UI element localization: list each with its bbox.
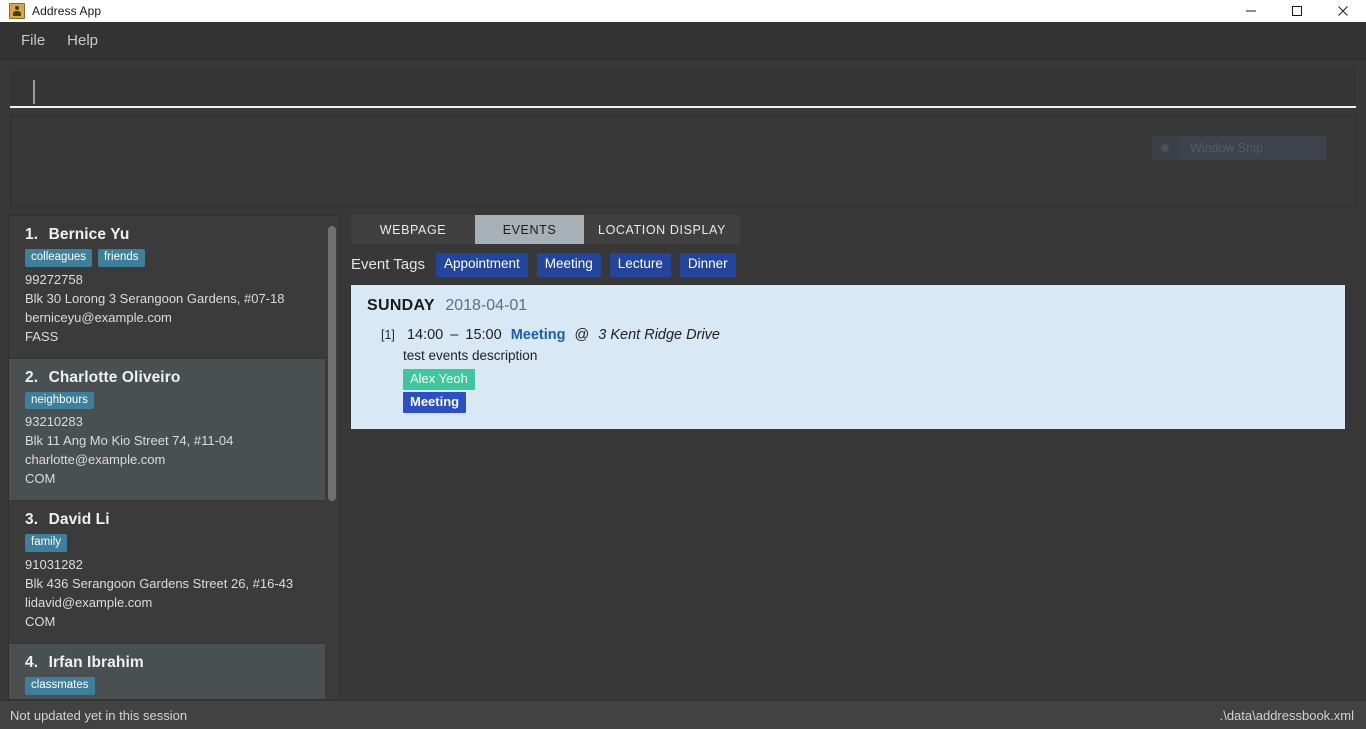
contact-list-scroll-thumb[interactable] xyxy=(328,225,336,501)
status-sync-message: Not updated yet in this session xyxy=(10,707,188,723)
menu-item-file[interactable]: File xyxy=(10,27,56,54)
minimize-button[interactable] xyxy=(1228,0,1274,22)
event-description: test events description xyxy=(403,347,538,363)
contact-list-scrollbar[interactable] xyxy=(325,216,339,699)
maximize-button[interactable] xyxy=(1274,0,1320,22)
contact-faculty: COM xyxy=(25,471,56,487)
window-snip-label: Window Snip xyxy=(1190,141,1263,155)
window-snip-button[interactable]: Window Snip xyxy=(1152,136,1326,160)
contact-address: Blk 436 Serangoon Gardens Street 26, #16… xyxy=(25,575,294,591)
record-dot-icon xyxy=(1152,136,1178,160)
event-summary-line: [1] 14:00 – 15:00 Meeting @ 3 Kent Ridge… xyxy=(381,325,1329,345)
event-category-chip[interactable]: Meeting xyxy=(403,392,467,414)
event-type: Meeting xyxy=(510,326,566,343)
event-time-dash: – xyxy=(450,326,459,343)
tab-location-display[interactable]: LOCATION DISPLAY xyxy=(584,215,740,244)
contact-email: charlotte@example.com xyxy=(25,452,166,468)
menu-bar: File Help xyxy=(0,22,1366,60)
event-start-time: 14:00 xyxy=(406,326,444,343)
tab-events[interactable]: EVENTS xyxy=(475,215,584,244)
minimize-icon xyxy=(1246,10,1256,12)
event-day-name: SUNDAY xyxy=(367,296,435,314)
main-content-split: 1. Bernice Yu colleagues friends 9927275… xyxy=(0,207,1366,700)
contact-index: 4. xyxy=(25,653,39,671)
contact-name-row: 1. Bernice Yu xyxy=(25,226,311,244)
contact-tag[interactable]: friends xyxy=(97,249,145,267)
contact-tag[interactable]: family xyxy=(25,534,68,552)
event-tag-lecture-button[interactable]: Lecture xyxy=(609,253,671,277)
contact-tag[interactable]: neighbours xyxy=(25,391,94,410)
event-date: 2018-04-01 xyxy=(445,296,528,314)
close-button[interactable] xyxy=(1320,0,1366,22)
snip-preview-panel: Window Snip xyxy=(10,115,1356,207)
contact-card-2[interactable]: 2. Charlotte Oliveiro neighbours 9321028… xyxy=(9,358,325,502)
event-chip-list: Alex Yeoh Meeting xyxy=(381,368,1329,414)
contact-tag-row: classmates xyxy=(25,676,311,695)
contact-card-4[interactable]: 4. Irfan Ibrahim classmates 92492021 Blk… xyxy=(9,643,325,699)
contact-name: Charlotte Oliveiro xyxy=(48,368,181,386)
event-tag-appointment-button[interactable]: Appointment xyxy=(435,253,528,277)
contact-name: Bernice Yu xyxy=(48,226,130,243)
event-day-card[interactable]: SUNDAY 2018-04-01 [1] 14:00 – 15:00 Meet… xyxy=(351,284,1345,430)
contact-faculty: FASS xyxy=(25,328,59,344)
title-bar: Address App xyxy=(0,0,1366,22)
contact-index: 1. xyxy=(25,226,39,243)
search-bar-area xyxy=(0,60,1366,108)
contact-tag[interactable]: classmates xyxy=(25,676,95,695)
event-tags-row: Event Tags Appointment Meeting Lecture D… xyxy=(351,244,1356,285)
event-tag-meeting-button[interactable]: Meeting xyxy=(536,253,601,277)
contact-index: 2. xyxy=(25,368,39,386)
contact-phone: 91031282 xyxy=(25,556,83,572)
app-person-card-icon xyxy=(9,3,25,19)
contact-email: berniceyu@example.com xyxy=(25,309,172,325)
contact-list-panel: 1. Bernice Yu colleagues friends 9927275… xyxy=(8,215,340,700)
contact-card-3[interactable]: 3. David Li family 91031282 Blk 436 Sera… xyxy=(9,501,325,644)
event-tag-dinner-button[interactable]: Dinner xyxy=(679,253,736,277)
contact-list[interactable]: 1. Bernice Yu colleagues friends 9927275… xyxy=(9,216,325,699)
contact-index: 3. xyxy=(25,511,39,529)
contact-name-row: 2. Charlotte Oliveiro xyxy=(25,369,311,387)
tab-webpage[interactable]: WEBPAGE xyxy=(351,215,475,244)
contact-name: David Li xyxy=(48,511,110,529)
contact-email: lidavid@example.com xyxy=(25,594,153,610)
search-box[interactable] xyxy=(10,66,1356,108)
contact-name-row: 4. Irfan Ibrahim xyxy=(25,654,311,672)
maximize-icon xyxy=(1292,6,1302,16)
status-bar: Not updated yet in this session .\data\a… xyxy=(0,700,1366,729)
search-text-caret xyxy=(33,80,35,104)
event-at-symbol: @ xyxy=(574,326,590,343)
search-input[interactable] xyxy=(10,66,1356,106)
contact-name: Irfan Ibrahim xyxy=(48,653,144,671)
contact-faculty: COM xyxy=(25,613,56,629)
contact-phone: 99272758 xyxy=(25,271,83,287)
menu-item-help[interactable]: Help xyxy=(56,27,109,54)
contact-address: Blk 30 Lorong 3 Serangoon Gardens, #07-1… xyxy=(25,290,285,306)
events-area: SUNDAY 2018-04-01 [1] 14:00 – 15:00 Meet… xyxy=(351,284,1356,700)
contact-tag-row: family xyxy=(25,534,311,552)
status-file-path: .\data\addressbook.xml xyxy=(1219,707,1354,723)
window-controls xyxy=(1228,0,1366,22)
detail-panel: WEBPAGE EVENTS LOCATION DISPLAY Event Ta… xyxy=(340,215,1356,700)
event-person-chip[interactable]: Alex Yeoh xyxy=(403,368,475,391)
event-day-header: SUNDAY 2018-04-01 xyxy=(367,297,1329,315)
tab-bar: WEBPAGE EVENTS LOCATION DISPLAY xyxy=(351,215,740,244)
event-index: [1] xyxy=(381,327,395,342)
event-entry[interactable]: [1] 14:00 – 15:00 Meeting @ 3 Kent Ridge… xyxy=(367,325,1329,414)
contact-tag[interactable]: colleagues xyxy=(25,249,92,267)
address-app-window: Address App File Help Window Snip 1. Ber… xyxy=(0,0,1366,729)
event-tags-label: Event Tags xyxy=(351,256,425,274)
window-title: Address App xyxy=(32,4,102,18)
event-end-time: 15:00 xyxy=(465,326,502,343)
event-location: 3 Kent Ridge Drive xyxy=(598,326,720,343)
close-icon xyxy=(1338,6,1348,16)
contact-phone: 93210283 xyxy=(25,414,83,430)
contact-tag-row: neighbours xyxy=(25,391,311,410)
contact-card-1[interactable]: 1. Bernice Yu colleagues friends 9927275… xyxy=(9,216,325,359)
contact-name-row: 3. David Li xyxy=(25,511,311,529)
contact-phone: 92492021 xyxy=(25,698,311,699)
contact-tag-row: colleagues friends xyxy=(25,249,311,267)
contact-address: Blk 11 Ang Mo Kio Street 74, #11-04 xyxy=(25,433,234,449)
